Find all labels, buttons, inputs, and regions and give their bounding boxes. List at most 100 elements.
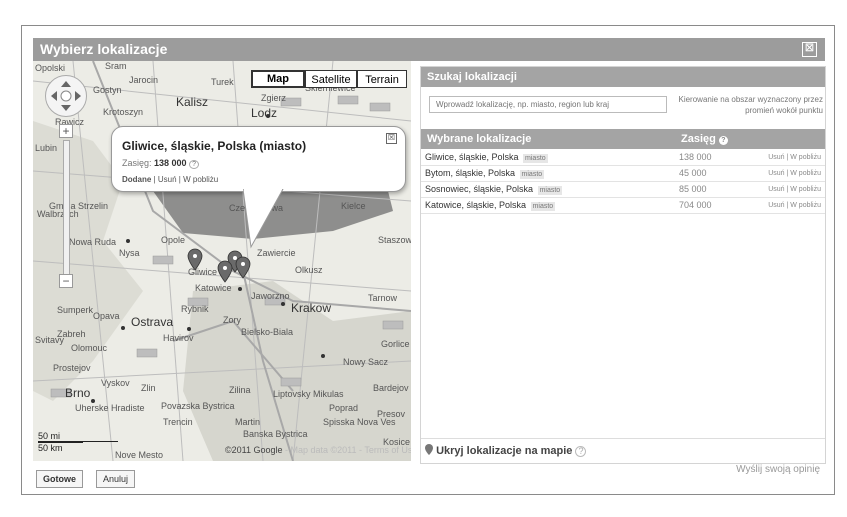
cancel-button[interactable]: Anuluj	[96, 470, 136, 488]
location-name-text: Bytom, śląskie, Polska	[425, 168, 516, 178]
map-label: Olkusz	[295, 265, 323, 275]
done-button[interactable]: Gotowe	[36, 470, 83, 488]
location-actions[interactable]: Usuń | W pobliżu	[768, 182, 821, 197]
location-name-text: Gliwice, śląskie, Polska	[425, 152, 519, 162]
radius-targeting-link[interactable]: Kierowanie na obszar wyznaczony przez pr…	[675, 94, 823, 116]
map-label: Vyskov	[101, 378, 130, 388]
map-label: Martin	[235, 417, 261, 427]
map-label: Nowy Sacz	[343, 357, 389, 367]
popup-reach: Zasięg: 138 000 ?	[122, 158, 199, 169]
reach-header: Zasięg ?	[681, 129, 728, 149]
map-label: Sram	[105, 61, 127, 71]
location-actions[interactable]: Usuń | W pobliżu	[768, 150, 821, 165]
map-label: Turek	[211, 77, 234, 87]
popup-remove-link[interactable]: Usuń	[158, 175, 177, 184]
map-label: Opava	[93, 311, 120, 321]
popup-close-icon[interactable]: ☒	[386, 133, 397, 144]
zoom-slider-track[interactable]	[63, 140, 70, 282]
location-reach: 45 000	[679, 168, 707, 178]
popup-reach-value: 138 000	[154, 158, 187, 168]
popup-title: Gliwice, śląskie, Polska (miasto)	[122, 139, 307, 153]
map-label: Krotoszyn	[103, 107, 144, 117]
map-label: Opole	[161, 235, 186, 245]
help-icon[interactable]: ?	[575, 446, 587, 457]
map-view[interactable]: Opolski Sram Jarocin Gostyn Turek Kalisz…	[33, 61, 411, 461]
help-icon[interactable]: ?	[718, 136, 728, 145]
map-label: Trencin	[163, 417, 193, 427]
scale-km: 50 km	[38, 442, 83, 453]
map-label: Kalisz	[176, 95, 209, 109]
map-label: Povazska Bystrica	[161, 401, 235, 411]
location-reach: 138 000	[679, 152, 712, 162]
map-label: Prostejov	[53, 363, 91, 373]
hide-locations-label: Ukryj lokalizacje na mapie	[436, 445, 573, 457]
map-type-satellite-button[interactable]: Satellite	[305, 70, 357, 88]
location-info-popup: ☒ Gliwice, śląskie, Polska (miasto) Zasi…	[111, 126, 406, 192]
zoom-in-button[interactable]: +	[59, 124, 73, 138]
zoom-out-button[interactable]: −	[59, 274, 73, 288]
map-label: Uherske Hradiste	[75, 403, 145, 413]
map-label: Bielsko-Biala	[241, 327, 294, 337]
location-name-text: Sosnowiec, śląskie, Polska	[425, 184, 534, 194]
location-row: Sosnowiec, śląskie, Polska miasto 85 000…	[421, 182, 825, 198]
map-label: Brno	[65, 386, 91, 400]
location-reach: 704 000	[679, 200, 712, 210]
help-icon[interactable]: ?	[189, 160, 199, 169]
panel-divider	[421, 438, 825, 439]
copyright-terms-link[interactable]: - Map data ©2011 - Terms of Use	[283, 445, 411, 455]
map-scale: 50 mi 50 km	[38, 431, 118, 453]
map-label: Zgierz	[261, 93, 287, 103]
map-label: Krakow	[291, 301, 332, 315]
dialog-close-icon[interactable]: ☒	[802, 42, 817, 57]
map-copyright: ©2011 Google - Map data ©2011 - Terms of…	[225, 445, 411, 455]
selected-section-header: Wybrane lokalizacje Zasięg ?	[421, 129, 825, 149]
scale-miles: 50 mi	[38, 431, 118, 442]
map-label: Zory	[223, 315, 241, 325]
map-label: Sumperk	[57, 305, 94, 315]
map-label: Spisska Nova Ves	[323, 417, 396, 427]
hide-locations-link[interactable]: Ukryj lokalizacje na mapie ?	[425, 444, 587, 457]
map-label: Banska Bystrica	[243, 429, 308, 439]
popup-links: Dodane | Usuń | W pobliżu	[122, 175, 218, 184]
map-label: Lodz	[251, 106, 278, 120]
location-name: Sosnowiec, śląskie, Polska miasto	[425, 182, 563, 197]
selected-header-label: Wybrane lokalizacje	[427, 133, 532, 145]
location-actions[interactable]: Usuń | W pobliżu	[768, 166, 821, 181]
map-type-map-button[interactable]: Map	[251, 70, 305, 88]
map-label: Havirov	[163, 333, 194, 343]
location-row: Bytom, śląskie, Polska miasto 45 000 Usu…	[421, 166, 825, 182]
map-zoom-control: + −	[59, 124, 73, 294]
location-reach: 85 000	[679, 184, 707, 194]
map-label: Ostrava	[131, 315, 174, 329]
dialog-titlebar: Wybierz lokalizacje ☒	[33, 38, 825, 61]
map-pin-icon	[425, 444, 433, 455]
pan-arrows-icon	[51, 81, 81, 111]
location-search-input[interactable]	[429, 96, 667, 113]
map-label: Staszow	[378, 235, 411, 245]
map-label: Lubin	[35, 143, 58, 153]
map-type-terrain-button[interactable]: Terrain	[357, 70, 407, 88]
map-label: Bardejov	[373, 383, 409, 393]
location-actions[interactable]: Usuń | W pobliżu	[768, 198, 821, 213]
popup-reach-label: Zasięg:	[122, 158, 152, 168]
map-label: Nowa Ruda	[69, 237, 117, 247]
map-label: Rybnik	[181, 304, 209, 314]
feedback-link[interactable]: Wyślij swoją opinię	[736, 464, 820, 475]
map-pan-control[interactable]	[45, 75, 87, 117]
popup-nearby-link[interactable]: W pobliżu	[183, 175, 218, 184]
map-label: Nysa	[119, 248, 140, 258]
location-row: Katowice, śląskie, Polska miasto 704 000…	[421, 198, 825, 214]
popup-tail	[243, 189, 284, 249]
map-label: Nove Mesto	[115, 450, 164, 460]
location-name: Gliwice, śląskie, Polska miasto	[425, 150, 548, 165]
location-pins[interactable]	[183, 247, 263, 297]
copyright-google: ©2011 Google	[225, 445, 283, 455]
map-label: Zabreh	[57, 329, 86, 339]
location-type-badge: miasto	[530, 202, 556, 211]
map-label: Liptovsky Mikulas	[273, 389, 344, 399]
reach-header-label: Zasięg	[681, 133, 716, 145]
map-label: Gostyn	[93, 85, 122, 95]
map-label: Poprad	[329, 403, 359, 413]
location-name-text: Katowice, śląskie, Polska	[425, 200, 527, 210]
location-name: Bytom, śląskie, Polska miasto	[425, 166, 545, 181]
